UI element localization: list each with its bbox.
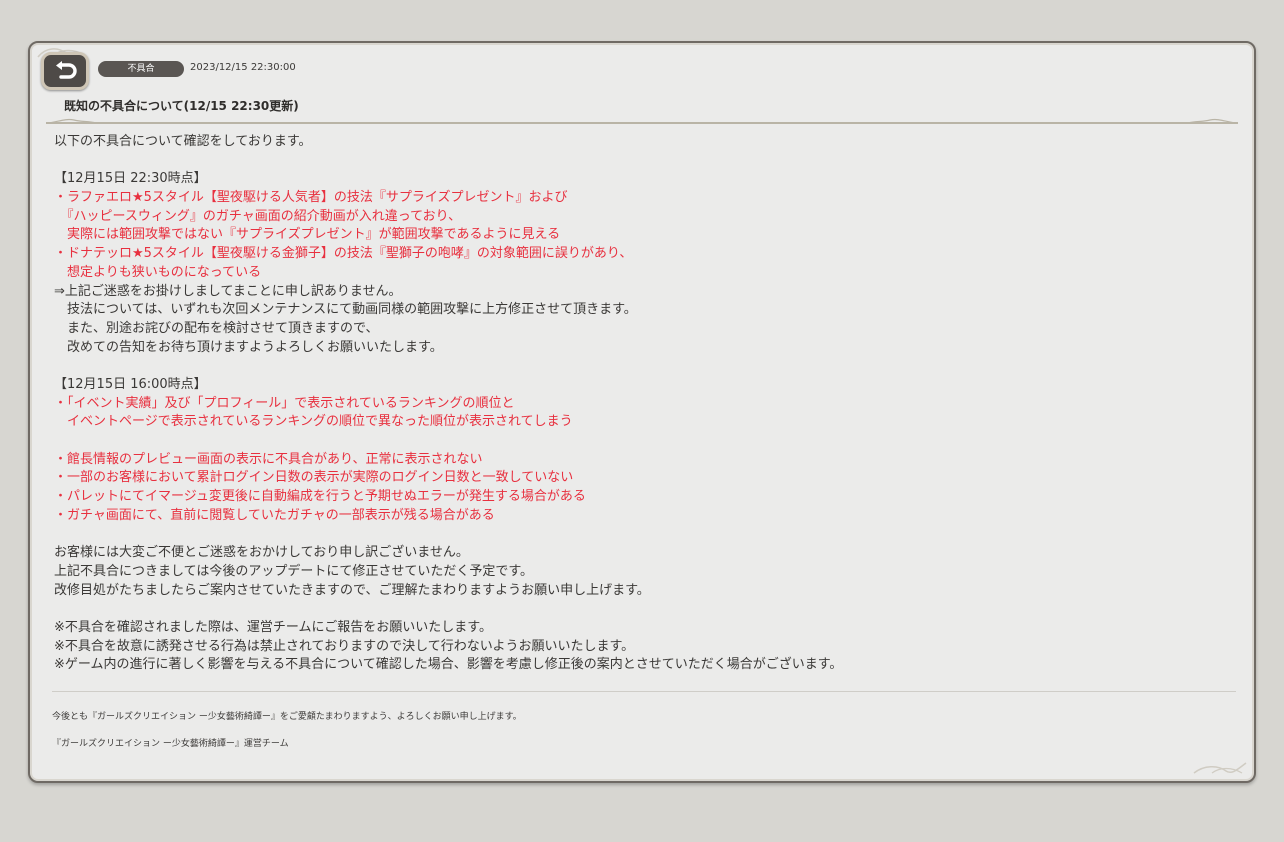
rule-ornament-right-icon	[1188, 118, 1238, 124]
notice-line: 上記不具合につきましては今後のアップデートにて修正させていただく予定です。	[54, 563, 534, 579]
notice-line: 『ハッピースウィング』のガチャ画面の紹介動画が入れ違っており、	[54, 208, 462, 224]
notice-line: ※不具合を故意に誘発させる行為は禁止されておりますので決して行わないようお願いい…	[54, 638, 635, 654]
notice-panel: 不具合 2023/12/15 22:30:00 既知の不具合について(12/15…	[28, 41, 1256, 783]
footer-divider	[52, 691, 1236, 692]
notice-line: ・館長情報のプレビュー画面の表示に不具合があり、正常に表示されない	[54, 451, 483, 467]
notice-line: ・「イベント実績」及び「プロフィール」で表示されているランキングの順位と	[54, 395, 515, 411]
notice-line: ⇒上記ご迷惑をお掛けしましてまことに申し訳ありません。	[54, 283, 402, 299]
notice-line: 技法については、いずれも次回メンテナンスにて動画同様の範囲攻撃に上方修正させて頂…	[54, 302, 637, 318]
title-divider	[46, 122, 1238, 124]
notice-line: 【12月15日 22:30時点】	[54, 171, 207, 187]
notice-line: 【12月15日 16:00時点】	[54, 376, 207, 392]
corner-ornament-icon	[1193, 762, 1247, 774]
notice-line: ・ガチャ画面にて、直前に閲覧していたガチャの一部表示が残る場合がある	[54, 507, 495, 523]
notice-title: 既知の不具合について(12/15 22:30更新)	[64, 99, 299, 113]
team-signature: 『ガールズクリエイション ー少女藝術綺譚ー』運営チーム	[52, 739, 289, 749]
notice-line: 改めての告知をお待ち頂けますようよろしくお願いいたします。	[54, 339, 443, 355]
notice-line: お客様には大変ご不便とご迷惑をおかけしており申し訳ございません。	[54, 545, 469, 561]
notice-line: ・ラファエロ★5スタイル【聖夜駆ける人気者】の技法『サプライズプレゼント』および	[54, 190, 568, 206]
notice-line: イベントページで表示されているランキングの順位で異なった順位が表示されてしまう	[54, 414, 573, 430]
category-badge: 不具合	[98, 61, 184, 77]
notice-line: ・一部のお客様において累計ログイン日数の表示が実際のログイン日数と一致していない	[54, 470, 574, 486]
notice-line: 改修目処がたちましたらご案内させていたきますので、ご理解たまわりますようお願い申…	[54, 582, 650, 598]
back-button[interactable]	[41, 52, 89, 90]
notice-line: ・パレットにてイマージュ変更後に自動編成を行うと予期せぬエラーが発生する場合があ…	[54, 489, 586, 505]
notice-line: ※不具合を確認されました際は、運営チームにご報告をお願いいたします。	[54, 619, 492, 635]
notice-line: 以下の不具合について確認をしております。	[54, 134, 312, 149]
notice-line: また、別途お詫びの配布を検討させて頂きますので、	[54, 320, 379, 336]
post-date: 2023/12/15 22:30:00	[190, 62, 296, 73]
return-arrow-icon	[56, 61, 77, 79]
notice-line: 想定よりも狭いものになっている	[54, 264, 262, 280]
closing-message: 今後とも『ガールズクリエイション ー少女藝術綺譚ー』をご愛顧たまわりますよう、よ…	[52, 712, 522, 722]
notice-body: 以下の不具合について確認をしております。 【12月15日 22:30時点】・ラファ…	[54, 133, 1234, 675]
notice-line: ・ドナテッロ★5スタイル【聖夜駆ける金獅子】の技法『聖獅子の咆哮』の対象範囲に誤…	[54, 246, 633, 262]
notice-line: 実際には範囲攻撃ではない『サプライズプレゼント』が範囲攻撃であるように見える	[54, 227, 561, 243]
notice-line: ※ゲーム内の進行に著しく影響を与える不具合について確認した場合、影響を考慮し修正…	[54, 657, 843, 673]
